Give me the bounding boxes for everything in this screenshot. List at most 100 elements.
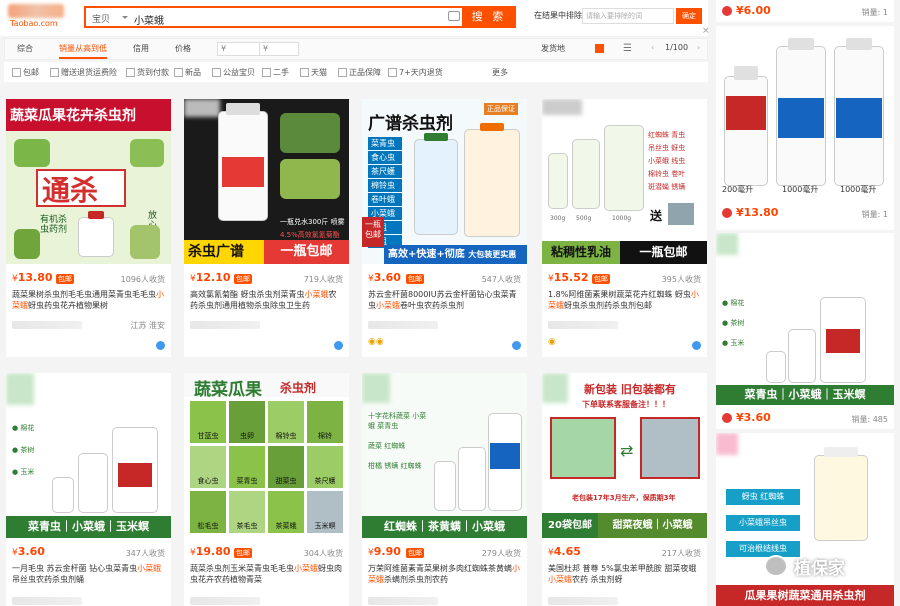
filter-charity[interactable]: 公益宝贝	[212, 67, 255, 78]
filter-tmall[interactable]: 天猫	[300, 67, 327, 78]
product-card[interactable]: 一瓶兑水300斤 喷雾 4.5%高效氯氰菊酯 杀虫广谱 一瓶包邮 ¥12.10 …	[184, 99, 349, 357]
filter-second-hand[interactable]: 二手	[262, 67, 289, 78]
side-image[interactable]: ● 棉花 ● 茶树 ● 玉米 菜青虫｜小菜蛾｜玉米螟	[716, 233, 894, 405]
product-image[interactable]: ● 棉花 ● 茶树 ● 玉米 菜青虫｜小菜蛾｜玉米螟	[6, 373, 171, 538]
shop-name[interactable]	[190, 321, 260, 329]
side-card[interactable]: ¥6.00 销量: 1	[716, 0, 894, 22]
list-view-icon[interactable]: ☰	[623, 43, 632, 54]
old-package-image	[550, 417, 616, 479]
product-title[interactable]: 美国杜邦 普尊 5%氯虫苯甲酰胺 甜菜夜蛾小菜蛾农药 杀虫剂蚜	[548, 563, 702, 585]
chat-icon[interactable]	[334, 341, 343, 350]
close-icon[interactable]: ×	[702, 26, 710, 36]
arrow-icon: ⇄	[620, 441, 634, 460]
shop-name[interactable]	[548, 321, 618, 329]
gift-text: 送	[650, 209, 663, 223]
product-title[interactable]: 苏云金杆菌8000IU苏云金杆菌钻心虫菜青虫小菜蛾卷叶虫农药杀虫剂	[368, 289, 522, 311]
shop-name[interactable]	[548, 597, 618, 605]
product-title[interactable]: 1.8%阿维菌素果树蔬菜花卉红蜘蛛 蚜虫小菜蛾蚜虫杀虫剂药杀虫剂包邮	[548, 289, 702, 311]
chat-icon[interactable]	[512, 341, 521, 350]
free-shipping-badge: 包邮	[406, 548, 424, 558]
sort-sales[interactable]: 销量从高到低	[59, 43, 107, 59]
side-card[interactable]: 200毫升 1000毫升 1000毫升 ¥13.80 销量: 1	[716, 26, 894, 230]
product-image[interactable]: 蔬菜瓜果 杀虫剂 甘蓝虫 虫卵 棉铃虫 棉铃 食心虫 菜青虫 甜菜虫 茶尺蠖 松…	[184, 373, 349, 538]
bottle-image	[604, 125, 644, 211]
filter-new[interactable]: 新品	[174, 67, 201, 78]
free-shipping-badge: 包邮	[406, 274, 424, 284]
camera-icon[interactable]	[448, 11, 460, 21]
product-title[interactable]: 蔬菜杀虫剂玉米菜青虫毛毛虫小菜蛾蚜虫肉虫花卉农药植物青菜	[190, 563, 344, 585]
logo-url: Taobao.com	[10, 19, 58, 28]
next-page-icon[interactable]: ›	[697, 43, 700, 52]
shop-name[interactable]	[12, 321, 82, 329]
feature-tag: 蚜虫 红蜘蛛	[726, 489, 800, 505]
bottle-image	[458, 447, 486, 511]
crop-list: ● 棉花 ● 茶树 ● 玉米	[12, 424, 35, 476]
bottle-cap	[788, 38, 814, 50]
filter-return-insurance[interactable]: 赠送退货运费险	[50, 67, 117, 78]
new-package-image	[640, 417, 700, 479]
sales-count: 1096人收货	[120, 275, 165, 284]
product-card[interactable]: 蔬菜瓜果 杀虫剂 甘蓝虫 虫卵 棉铃虫 棉铃 食心虫 菜青虫 甜菜虫 茶尺蠖 松…	[184, 373, 349, 606]
watermark: 植保家	[764, 552, 884, 580]
product-price: ¥15.52	[548, 271, 589, 284]
product-card[interactable]: 蔬菜瓜果花卉杀虫剂 通杀 有机杀虫药剂 放心用专业 ¥13.80 包邮 1096…	[6, 99, 171, 357]
side-card[interactable]: 蚜虫 红蜘蛛 小菜蛾吊丝虫 可治根结线虫 瓜果果树蔬菜通用杀虫剂	[716, 433, 894, 606]
bottle-image	[464, 129, 520, 237]
chat-icon[interactable]	[156, 341, 165, 350]
bottle-image	[814, 455, 868, 541]
prev-page-icon[interactable]: ‹	[651, 43, 654, 52]
product-card[interactable]: ● 棉花 ● 茶树 ● 玉米 菜青虫｜小菜蛾｜玉米螟 ¥3.60 347人收货 一月…	[6, 373, 171, 606]
price-to-input[interactable]: ¥	[259, 42, 299, 56]
sales-count: 347人收货	[125, 549, 165, 558]
shop-name[interactable]	[190, 597, 260, 605]
taobao-logo[interactable]: Taobao.com	[8, 4, 70, 30]
product-card[interactable]: 300g 500g 1000g 红蜘蛛 青虫 吊丝虫 蚜虫 小菜蛾 线虫 棉铃虫 卷叶…	[542, 99, 707, 357]
filter-free-shipping[interactable]: 包邮	[12, 67, 39, 78]
top-bar: Taobao.com 宝贝 小菜蛾 搜 索 在结果中排除 请输入要排除的词 确定…	[0, 0, 710, 36]
filter-cod[interactable]: 货到付款	[126, 67, 169, 78]
image-headline: 广谱杀虫剂	[368, 114, 453, 134]
filter-7day-return[interactable]: 7+天内退货	[388, 67, 443, 78]
product-price: ¥3.60	[12, 545, 45, 558]
sales-count: 719人收货	[303, 275, 343, 284]
product-image[interactable]: 新包装 旧包装都有 下单联系客服备注！！！ ⇄ 老包装17年3月生产，保质期3年…	[542, 373, 707, 538]
product-title[interactable]: 一月毛虫 苏云金杆菌 钻心虫菜青虫小菜蛾吊丝虫农药杀虫剂蛹	[12, 563, 166, 585]
size-label: 1000毫升	[840, 185, 877, 194]
grid-view-icon[interactable]	[595, 44, 604, 53]
product-card[interactable]: 新包装 旧包装都有 下单联系客服备注！！！ ⇄ 老包装17年3月生产，保质期3年…	[542, 373, 707, 606]
product-card[interactable]: 十字花科蔬菜 小菜蛾 菜青虫 蔬菜 红蜘蛛 柑橘 锈螨 红蜘蛛 红蜘蛛｜茶黄螨｜…	[362, 373, 527, 606]
ship-from-select[interactable]: 发货地	[541, 43, 565, 54]
product-title[interactable]: 高效氯氰菊酯 蚜虫杀虫剂菜青虫小菜蛾农药杀虫剂通用植物杀虫除虫卫生药	[190, 289, 344, 311]
side-image[interactable]: 200毫升 1000毫升 1000毫升	[716, 26, 894, 196]
confirm-button[interactable]: 确定	[676, 8, 702, 24]
shop-name[interactable]	[368, 597, 438, 605]
sort-default[interactable]: 综合	[17, 43, 33, 54]
search-category-select[interactable]: 宝贝	[92, 12, 129, 25]
product-title[interactable]: 蔬菜果树杀虫剂毛毛虫通用菜青虫毛毛虫小菜蛾蚜虫药虫花卉植物果树	[12, 289, 166, 311]
filter-genuine[interactable]: 正品保障	[338, 67, 381, 78]
shop-name[interactable]	[368, 321, 438, 329]
sort-price[interactable]: 价格	[175, 43, 191, 54]
bottle-image	[434, 461, 456, 511]
product-card[interactable]: 广谱杀虫剂 正品保证 菜青虫 食心虫 茶尺蠖 棉铃虫 卷叶蛾 小菜蛾 韭蛆 地蛆…	[362, 99, 527, 357]
search-button[interactable]: 搜 索	[462, 6, 516, 28]
search-input[interactable]: 小菜蛾	[134, 12, 164, 27]
sort-bar: 综合 销量从高到低 信用 价格 ¥ ¥ 发货地 ☰ ‹ 1/100 ›	[4, 38, 708, 60]
chat-icon[interactable]	[692, 341, 701, 350]
side-card[interactable]: ● 棉花 ● 茶树 ● 玉米 菜青虫｜小菜蛾｜玉米螟 ¥3.60 销量: 485	[716, 233, 894, 429]
exclude-input[interactable]: 请输入要排除的词	[582, 8, 674, 24]
exclude-label: 在结果中排除	[534, 11, 582, 20]
product-image[interactable]: 十字花科蔬菜 小菜蛾 菜青虫 蔬菜 红蜘蛛 柑橘 锈螨 红蜘蛛 红蜘蛛｜茶黄螨｜…	[362, 373, 527, 538]
product-image[interactable]: 广谱杀虫剂 正品保证 菜青虫 食心虫 茶尺蠖 棉铃虫 卷叶蛾 小菜蛾 韭蛆 地蛆…	[362, 99, 527, 264]
image-banner: 20袋包邮	[542, 513, 598, 538]
more-filters-button[interactable]: 更多	[492, 67, 508, 78]
shop-name[interactable]	[12, 597, 82, 605]
product-image[interactable]: 300g 500g 1000g 红蜘蛛 青虫 吊丝虫 蚜虫 小菜蛾 线虫 棉铃虫 卷叶…	[542, 99, 707, 264]
product-image[interactable]: 蔬菜瓜果花卉杀虫剂 通杀 有机杀虫药剂 放心用专业	[6, 99, 171, 264]
side-sales: 销量: 1	[861, 210, 888, 219]
sort-credit[interactable]: 信用	[133, 43, 149, 54]
side-image[interactable]: 蚜虫 红蜘蛛 小菜蛾吊丝虫 可治根结线虫 瓜果果树蔬菜通用杀虫剂	[716, 433, 894, 606]
product-title[interactable]: 万荣阿维菌素青菜果树多肉红蜘蛛茶黄螨小菜蛾杀螨剂杀虫剂农药	[368, 563, 522, 585]
bottle-image	[724, 76, 768, 186]
product-image[interactable]: 一瓶兑水300斤 喷雾 4.5%高效氯氰菊酯 杀虫广谱 一瓶包邮	[184, 99, 349, 264]
